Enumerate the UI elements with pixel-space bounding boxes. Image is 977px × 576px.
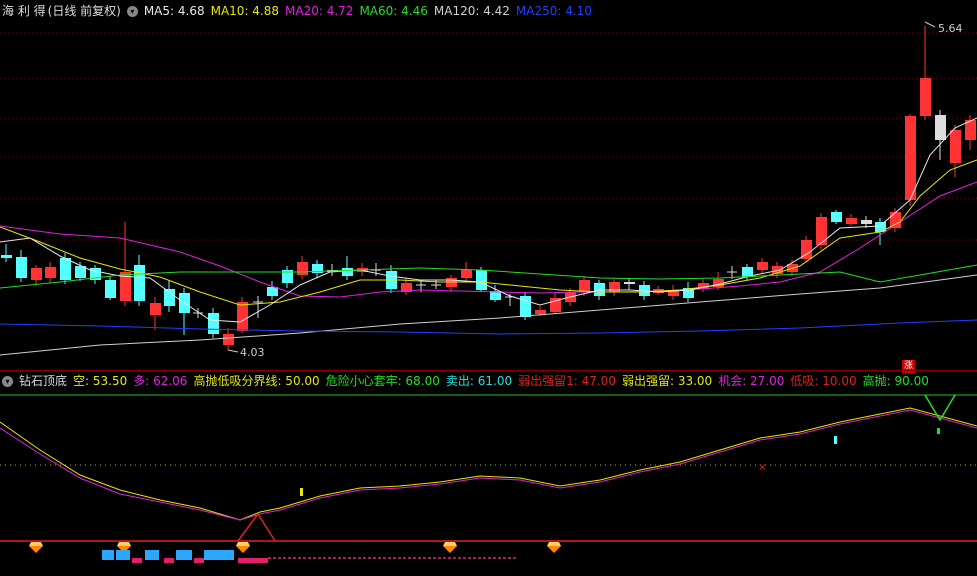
cyan-bar — [102, 550, 114, 560]
candle-body — [164, 289, 175, 306]
magenta-bar — [238, 558, 268, 563]
candle-body — [60, 258, 71, 280]
diamond-icon — [236, 542, 250, 546]
candle-body — [461, 270, 472, 278]
indicator-label-1: 多: 62.06 — [133, 374, 188, 388]
candle-body — [342, 268, 353, 276]
candle-body — [208, 313, 219, 334]
ma-label-4: MA120: 4.42 — [433, 4, 510, 18]
ma-label-0: MA5: 4.68 — [143, 4, 205, 18]
candle-body — [16, 257, 27, 278]
candle-body — [535, 310, 546, 314]
indicator-legend: ▾ 钻石顶底 空: 53.50 多: 62.06 高抛低吸分界线: 50.00 危险小心套… — [2, 373, 941, 389]
magenta-bar — [194, 558, 204, 563]
short-line — [0, 407, 977, 521]
diamond-icon — [443, 542, 457, 546]
candle-body — [905, 116, 916, 200]
ma60-line — [0, 264, 977, 289]
candle-body — [223, 334, 234, 345]
candlestick-chart[interactable]: 5.64 4.03 — [0, 0, 977, 370]
diamond-icon — [547, 542, 561, 546]
signal-bar — [937, 428, 940, 434]
diamond-icon — [29, 542, 43, 546]
cyan-bar — [204, 550, 220, 560]
indicator-label-4: 卖出: 61.00 — [445, 374, 513, 388]
ma-label-3: MA60: 4.46 — [359, 4, 428, 18]
candle-body — [950, 130, 961, 163]
candle-body — [1, 255, 12, 258]
candle-body — [579, 280, 590, 292]
candle-body — [875, 222, 886, 232]
indicator-label-5: 弱出强留1: 47.00 — [518, 374, 616, 388]
candle-body — [831, 212, 842, 222]
price-legend: 海 利 得 (日线 前复权) ▾ MA5: 4.68 MA10: 4.88 MA20: 4… — [2, 3, 604, 19]
signal-bar — [834, 436, 837, 444]
indicator-label-6: 弱出强留: 33.00 — [621, 374, 713, 388]
cyan-bar — [145, 550, 159, 560]
indicator-label-8: 低吸: 10.00 — [790, 374, 857, 388]
ma-label-1: MA10: 4.88 — [210, 4, 280, 18]
ma120-line — [0, 274, 977, 356]
candle-body — [267, 287, 278, 296]
indicator-label-9: 高抛: 90.00 — [862, 374, 929, 388]
candle-body — [935, 115, 946, 140]
chevron-down-icon[interactable]: ▾ — [2, 376, 13, 387]
candle-body — [920, 78, 931, 116]
candle-body — [816, 217, 827, 245]
candle-body — [861, 220, 872, 224]
ma-label-2: MA20: 4.72 — [285, 4, 354, 18]
high-pointer — [924, 21, 936, 28]
candle-body — [134, 265, 145, 301]
high-price-label: 5.64 — [938, 22, 963, 35]
candle-body — [45, 267, 56, 278]
candle-body — [890, 212, 901, 228]
price-chart-panel[interactable]: 5.64 4.03 海 利 得 (日线 前复权) ▾ MA5: 4.68 MA10: 4.… — [0, 0, 977, 373]
candle-body — [757, 262, 768, 270]
chart-mode: (日线 前复权) — [47, 4, 121, 18]
indicator-label-3: 危险小心套牢: 68.00 — [325, 374, 440, 388]
candle-body — [150, 303, 161, 315]
diamond-icon — [443, 546, 457, 553]
indicator-name: 钻石顶底 — [19, 374, 68, 388]
x-mark: × — [758, 462, 766, 473]
indicator-label-2: 高抛低吸分界线: 50.00 — [193, 374, 320, 388]
indicator-label-7: 机会: 27.00 — [718, 374, 785, 388]
low-price-label: 4.03 — [240, 346, 265, 359]
indicator-label-0: 空: 53.50 — [73, 374, 128, 388]
signal-bar — [300, 488, 303, 496]
cyan-bar — [176, 550, 192, 560]
indicator-panel[interactable]: × ▾ 钻石顶底 空: 53.50 多: 62.06 高抛低吸分界线: 50.00 危险小… — [0, 370, 977, 576]
ma10-line — [0, 159, 977, 306]
chevron-down-icon[interactable]: ▾ — [126, 6, 138, 17]
diamond-icon — [547, 546, 561, 553]
indicator-chart[interactable]: × — [0, 370, 977, 576]
magenta-bar — [132, 558, 142, 563]
cyan-bar — [220, 550, 234, 560]
cyan-bar — [116, 550, 130, 560]
candle-body — [624, 282, 635, 284]
indicator-value-list: 空: 53.50 多: 62.06 高抛低吸分界线: 50.00 危险小心套牢: 68… — [73, 374, 935, 388]
candle-body — [237, 302, 248, 331]
ma-label-5: MA250: 4.10 — [515, 4, 592, 18]
candle-body — [297, 262, 308, 275]
low-pointer — [227, 349, 239, 353]
ma250-line — [0, 319, 977, 335]
diamond-icon — [29, 546, 43, 553]
ma-list: MA5: 4.68 MA10: 4.88 MA20: 4.72 MA60: 4.46 M… — [144, 4, 598, 18]
diamond-icon — [117, 542, 131, 546]
magenta-bar — [164, 558, 174, 563]
candle-body — [105, 280, 116, 298]
candle-body — [31, 268, 42, 280]
candle-body — [476, 270, 487, 290]
diamond-icon — [236, 546, 250, 553]
stock-name: 海 利 得 — [2, 4, 46, 18]
candle-body — [846, 218, 857, 224]
